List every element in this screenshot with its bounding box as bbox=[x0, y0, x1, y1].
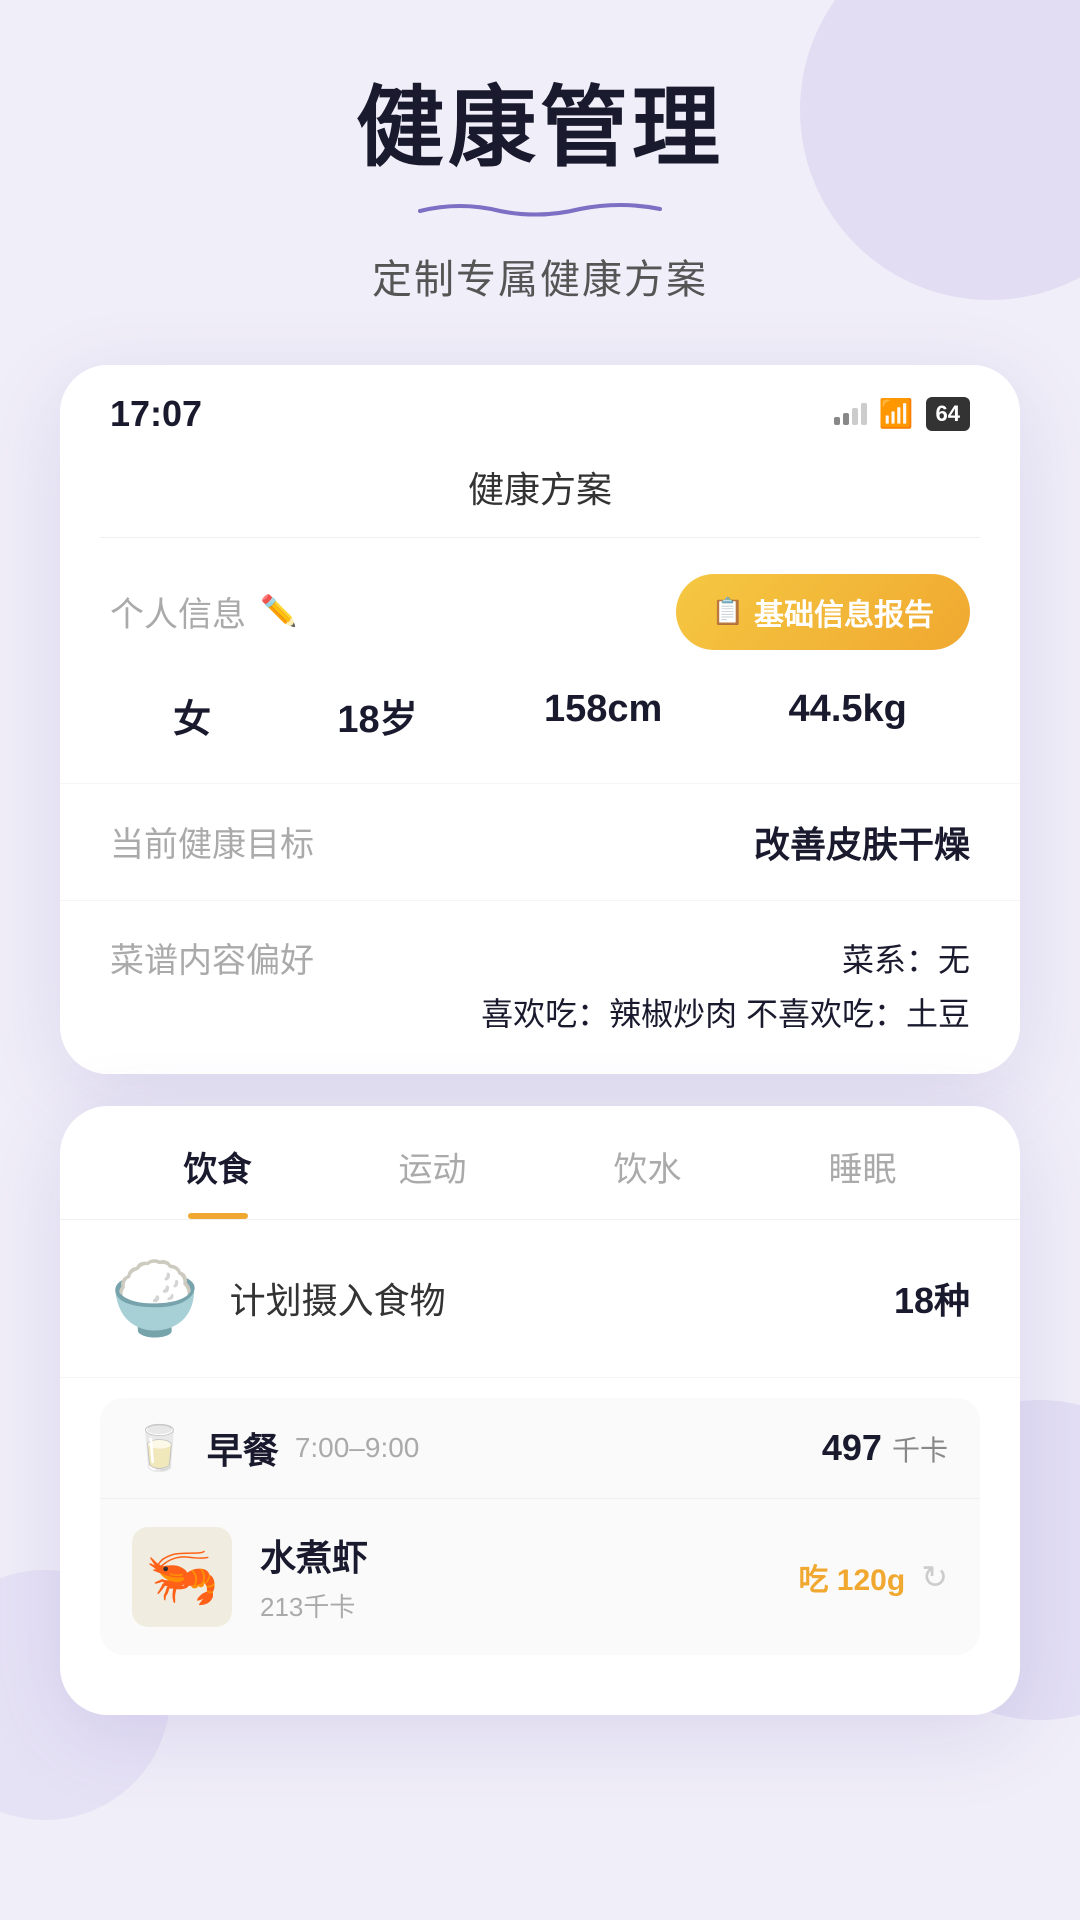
food-item-row: 🦐 水煮虾 213千卡 吃 120g ↻ bbox=[100, 1499, 980, 1655]
tabs-card: 饮食 运动 饮水 睡眠 🍚 计划摄入食物 18种 🥛 早餐 7:00–9:00 bbox=[60, 1106, 1020, 1715]
food-item-amount: 吃 120g bbox=[798, 1555, 905, 1599]
phone-card: 17:07 📶 64 健康方案 个人信息 ✏️ 📋 基础信息报告 bbox=[60, 365, 1020, 1074]
goal-value: 改善皮肤干燥 bbox=[754, 816, 970, 868]
header-section: 健康管理 定制专属健康方案 bbox=[60, 80, 1020, 305]
battery-badge: 64 bbox=[926, 397, 970, 431]
status-bar: 17:07 📶 64 bbox=[60, 365, 1020, 451]
goal-row: 当前健康目标 改善皮肤干燥 bbox=[110, 816, 970, 868]
page-title: 健康管理 bbox=[60, 80, 1020, 177]
meal-calories: 497 千卡 bbox=[822, 1427, 948, 1469]
food-item-action: 吃 120g ↻ bbox=[798, 1555, 948, 1599]
signal-icon bbox=[834, 403, 867, 425]
breakfast-card: 🥛 早餐 7:00–9:00 497 千卡 🦐 水煮虾 213千卡 吃 120g… bbox=[100, 1398, 980, 1655]
refresh-icon[interactable]: ↻ bbox=[921, 1558, 948, 1596]
food-plan-label: 计划摄入食物 bbox=[230, 1272, 894, 1324]
bottom-padding bbox=[60, 1675, 1020, 1715]
wifi-icon: 📶 bbox=[879, 397, 914, 430]
page-subtitle: 定制专属健康方案 bbox=[60, 247, 1020, 305]
personal-info-section: 个人信息 ✏️ 📋 基础信息报告 女 18岁 158cm 44.5kg bbox=[60, 538, 1020, 783]
food-item-info: 水煮虾 213千卡 bbox=[260, 1529, 798, 1624]
meal-name: 早餐 bbox=[207, 1422, 279, 1474]
edit-icon[interactable]: ✏️ bbox=[260, 594, 297, 629]
recipe-row: 菜谱内容偏好 菜系：无 喜欢吃：辣椒炒肉 不喜欢吃：土豆 bbox=[110, 933, 970, 1042]
title-underline bbox=[410, 197, 670, 217]
personal-info-label: 个人信息 ✏️ bbox=[110, 587, 297, 636]
food-item-name: 水煮虾 bbox=[260, 1529, 798, 1581]
tab-diet[interactable]: 饮食 bbox=[110, 1106, 325, 1219]
meal-header: 🥛 早餐 7:00–9:00 497 千卡 bbox=[100, 1398, 980, 1499]
food-plan-count: 18种 bbox=[894, 1272, 970, 1324]
personal-stats: 女 18岁 158cm 44.5kg bbox=[110, 678, 970, 753]
status-icons: 📶 64 bbox=[834, 397, 970, 431]
goal-label: 当前健康目标 bbox=[110, 817, 314, 866]
meal-time: 7:00–9:00 bbox=[295, 1432, 420, 1464]
tab-exercise[interactable]: 运动 bbox=[325, 1106, 540, 1219]
stat-age: 18岁 bbox=[337, 688, 417, 743]
recipe-likes: 喜欢吃：辣椒炒肉 不喜欢吃：土豆 bbox=[481, 987, 970, 1041]
status-time: 17:07 bbox=[110, 393, 202, 435]
food-plan-row: 🍚 计划摄入食物 18种 bbox=[60, 1220, 1020, 1378]
stat-weight: 44.5kg bbox=[789, 688, 907, 743]
food-item-image: 🦐 bbox=[132, 1527, 232, 1627]
tab-water[interactable]: 饮水 bbox=[540, 1106, 755, 1219]
food-item-cal: 213千卡 bbox=[260, 1587, 798, 1624]
tab-sleep[interactable]: 睡眠 bbox=[755, 1106, 970, 1219]
report-button[interactable]: 📋 基础信息报告 bbox=[676, 574, 970, 650]
tabs-row: 饮食 运动 饮水 睡眠 bbox=[60, 1106, 1020, 1220]
report-icon: 📋 bbox=[712, 596, 744, 627]
food-bowl-icon: 🍚 bbox=[110, 1256, 200, 1341]
recipe-cuisine: 菜系：无 bbox=[481, 933, 970, 987]
stat-gender: 女 bbox=[173, 688, 211, 743]
section-header-row: 个人信息 ✏️ 📋 基础信息报告 bbox=[110, 574, 970, 650]
recipe-values: 菜系：无 喜欢吃：辣椒炒肉 不喜欢吃：土豆 bbox=[481, 933, 970, 1042]
health-goal-section: 当前健康目标 改善皮肤干燥 bbox=[60, 783, 1020, 900]
recipe-label: 菜谱内容偏好 bbox=[110, 933, 314, 982]
recipe-pref-section: 菜谱内容偏好 菜系：无 喜欢吃：辣椒炒肉 不喜欢吃：土豆 bbox=[60, 900, 1020, 1074]
stat-height: 158cm bbox=[544, 688, 662, 743]
meal-cup-icon: 🥛 bbox=[132, 1422, 187, 1474]
nav-title: 健康方案 bbox=[60, 451, 1020, 537]
